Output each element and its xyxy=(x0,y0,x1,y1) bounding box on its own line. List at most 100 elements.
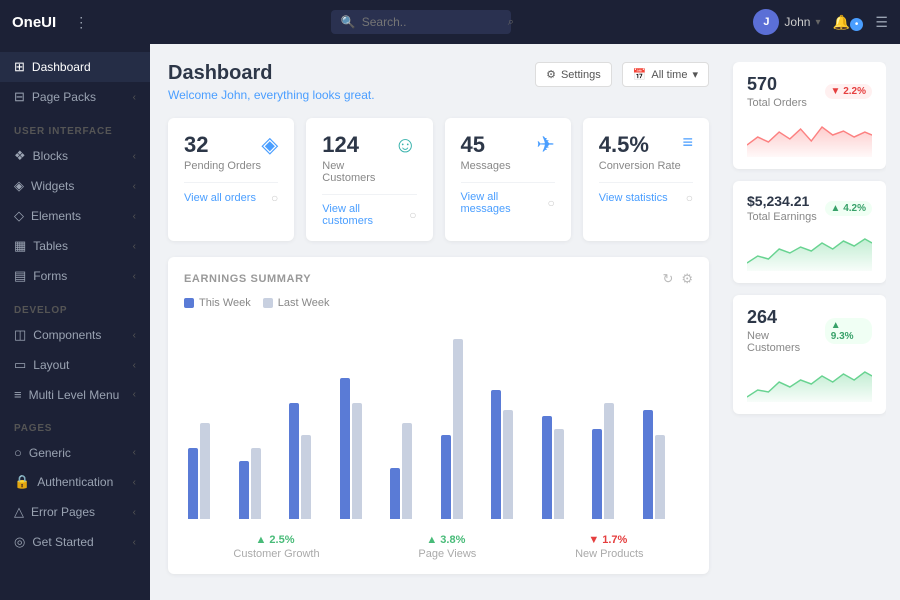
stat-label-orders: Pending Orders xyxy=(184,160,261,172)
bar-group xyxy=(340,378,387,519)
sidebar: ⊞ Dashboard ⊟ Page Packs ‹ USER INTERFAC… xyxy=(0,44,150,600)
orders-icon: ◈ xyxy=(261,132,278,158)
bar-last-week xyxy=(503,410,513,519)
bar-this-week xyxy=(340,378,350,519)
forms-icon: ▤ xyxy=(14,268,26,284)
sidebar-item-dashboard[interactable]: ⊞ Dashboard xyxy=(0,52,150,82)
settings-label: Settings xyxy=(561,69,601,81)
sidebar-label-blocks: Blocks xyxy=(33,149,68,163)
bar-group xyxy=(592,403,639,519)
bar-chart xyxy=(184,319,693,519)
right-panel: 570 Total Orders ▼ 2.2% xyxy=(721,62,886,582)
sidebar-item-tables[interactable]: ▦ Tables ‹ xyxy=(0,231,150,261)
topbar-menu-icon[interactable]: ⋮ xyxy=(74,14,88,31)
sidebar-item-error-pages[interactable]: △ Error Pages ‹ xyxy=(0,497,150,527)
bar-group xyxy=(188,423,235,519)
bell-icon[interactable]: 🔔• xyxy=(832,14,863,31)
sidebar-section-develop: DEVELOP xyxy=(0,291,150,320)
earnings-header: EARNINGS SUMMARY ↻ ⚙ xyxy=(184,271,693,287)
calendar-icon: 📅 xyxy=(633,68,647,81)
view-all-messages-link[interactable]: View all messages ○ xyxy=(461,182,555,215)
search-input[interactable] xyxy=(362,15,502,29)
messages-icon: ✈ xyxy=(536,132,554,158)
sidebar-item-authentication[interactable]: 🔒 Authentication ‹ xyxy=(0,467,150,497)
dashboard-icon: ⊞ xyxy=(14,59,25,75)
view-all-orders-link[interactable]: View all orders ○ xyxy=(184,182,278,205)
sidebar-label-get-started: Get Started xyxy=(32,535,93,549)
link-arrow-icon: ○ xyxy=(686,191,693,205)
sidebar-item-generic[interactable]: ○ Generic ‹ xyxy=(0,438,150,467)
multi-level-icon: ≡ xyxy=(14,387,22,402)
settings-button[interactable]: ⚙ Settings xyxy=(535,62,612,87)
legend-last-week: Last Week xyxy=(263,297,330,309)
stat-card-customers: 124 New Customers ☺ View all customers ○ xyxy=(306,118,432,241)
bar-this-week xyxy=(390,468,400,519)
dashboard-subtitle: Welcome John, everything looks great. xyxy=(168,88,375,102)
chevron-icon: ‹ xyxy=(133,507,136,518)
sidebar-item-components[interactable]: ◫ Components ‹ xyxy=(0,320,150,350)
bar-group xyxy=(239,448,286,519)
earnings-card: EARNINGS SUMMARY ↻ ⚙ This Week xyxy=(168,257,709,574)
pageviews-label: Page Views xyxy=(418,548,476,560)
subtitle-suffix: , everything looks great. xyxy=(247,88,374,102)
user-chevron-icon: ▾ xyxy=(815,17,820,28)
stat-value-messages: 45 xyxy=(461,132,511,158)
chevron-icon: ‹ xyxy=(133,360,136,371)
last-week-label: Last Week xyxy=(278,297,330,309)
settings-icon[interactable]: ⚙ xyxy=(681,271,693,287)
dashboard-header: Dashboard Welcome John, everything looks… xyxy=(168,62,709,102)
refresh-icon[interactable]: ↻ xyxy=(662,271,673,287)
mini-label-orders: Total Orders xyxy=(747,97,807,109)
sidebar-item-elements[interactable]: ◇ Elements ‹ xyxy=(0,201,150,231)
layout-icon: ▭ xyxy=(14,357,26,373)
earnings-title: EARNINGS SUMMARY xyxy=(184,273,311,285)
stat-card-orders: 32 Pending Orders ◈ View all orders ○ xyxy=(168,118,294,241)
bar-last-week xyxy=(301,435,311,519)
sidebar-item-forms[interactable]: ▤ Forms ‹ xyxy=(0,261,150,291)
sidebar-item-blocks[interactable]: ❖ Blocks ‹ xyxy=(0,141,150,171)
time-filter-button[interactable]: 📅 All time ▾ xyxy=(622,62,709,87)
this-week-label: This Week xyxy=(199,297,251,309)
dashboard-controls: ⚙ Settings 📅 All time ▾ xyxy=(535,62,709,87)
conversion-icon: ≡ xyxy=(682,132,693,153)
mini-label-new-customers: New Customers xyxy=(747,330,825,354)
page-packs-icon: ⊟ xyxy=(14,89,25,105)
bar-group xyxy=(643,410,690,519)
last-week-dot xyxy=(263,298,273,308)
time-label: All time xyxy=(651,69,687,81)
chart-stat-page-views: ▲ 3.8% Page Views xyxy=(418,531,476,560)
bar-this-week xyxy=(239,461,249,519)
bar-group xyxy=(390,423,437,519)
hamburger-icon[interactable]: ☰ xyxy=(875,14,888,31)
sidebar-label-layout: Layout xyxy=(33,358,69,372)
sidebar-label-error-pages: Error Pages xyxy=(31,505,95,519)
chart-stat-customer-growth: ▲ 2.5% Customer Growth xyxy=(233,531,319,560)
mini-value-orders: 570 xyxy=(747,74,807,95)
sidebar-item-multi-level-menu[interactable]: ≡ Multi Level Menu ‹ xyxy=(0,380,150,409)
stat-value-orders: 32 xyxy=(184,132,261,158)
dashboard-title-area: Dashboard Welcome John, everything looks… xyxy=(168,62,375,102)
sidebar-section-pages: PAGES xyxy=(0,409,150,438)
view-statistics-link[interactable]: View statistics ○ xyxy=(599,182,693,205)
growth-label: Customer Growth xyxy=(233,548,319,560)
search-shortcut: ⌕ xyxy=(508,16,514,29)
search-bar[interactable]: 🔍 ⌕ xyxy=(331,10,511,34)
chevron-icon: ‹ xyxy=(133,330,136,341)
user-menu[interactable]: J John ▾ xyxy=(753,9,820,35)
link-arrow-icon: ○ xyxy=(548,196,555,210)
growth-change: ▲ 2.5% xyxy=(255,534,294,546)
stat-card-conversion: 4.5% Conversion Rate ≡ View statistics ○ xyxy=(583,118,709,241)
chevron-icon: ‹ xyxy=(133,447,136,458)
sidebar-label-dashboard: Dashboard xyxy=(32,60,91,74)
customers-sparkline xyxy=(747,362,872,402)
sidebar-label-elements: Elements xyxy=(31,209,81,223)
view-all-customers-link[interactable]: View all customers ○ xyxy=(322,194,416,227)
bar-last-week xyxy=(200,423,210,519)
bar-last-week xyxy=(453,339,463,519)
sidebar-item-layout[interactable]: ▭ Layout ‹ xyxy=(0,350,150,380)
bar-last-week xyxy=(352,403,362,519)
bar-last-week xyxy=(604,403,614,519)
sidebar-item-get-started[interactable]: ◎ Get Started ‹ xyxy=(0,527,150,557)
sidebar-item-page-packs[interactable]: ⊟ Page Packs ‹ xyxy=(0,82,150,112)
sidebar-item-widgets[interactable]: ◈ Widgets ‹ xyxy=(0,171,150,201)
